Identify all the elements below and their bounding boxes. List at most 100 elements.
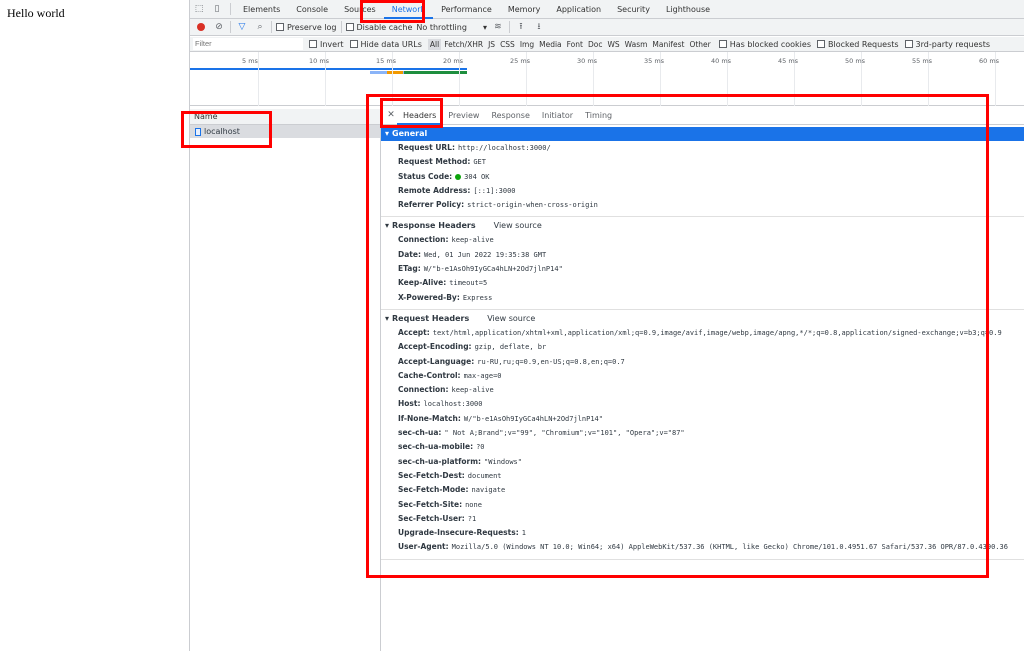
has-blocked-cookies-checkbox[interactable]: Has blocked cookies [718,40,811,49]
timeline-overview[interactable]: 5 ms 10 ms 15 ms 20 ms 25 ms 30 ms 35 ms 40 ms 4… [190,52,1024,106]
clear-icon[interactable]: ⊘ [212,20,226,34]
header-name: Request Method: [398,157,471,167]
header-value[interactable]: ?0 [476,443,484,451]
header-value[interactable]: document [468,472,502,480]
disable-cache-checkbox[interactable]: Disable cache [345,23,412,32]
header-value[interactable]: " Not A;Brand";v="99", "Chromium";v="101… [444,429,684,437]
device-toolbar-icon[interactable]: ▯ [208,0,226,18]
general-section-header[interactable]: ▾ General [381,127,1024,141]
header-name: Sec-Fetch-User: [398,513,465,523]
type-filter-doc[interactable]: Doc [586,39,605,50]
tab-lighthouse[interactable]: Lighthouse [658,0,718,19]
third-party-checkbox[interactable]: 3rd-party requests [904,40,990,49]
tab-memory[interactable]: Memory [500,0,549,19]
header-value[interactable]: none [465,501,482,509]
tab-response[interactable]: Response [485,106,535,125]
header-name: Sec-Fetch-Site: [398,499,463,509]
hide-data-urls-checkbox[interactable]: Hide data URLs [349,40,422,49]
request-headers-header[interactable]: ▾ Request Headers View source [381,312,1024,326]
invert-checkbox[interactable]: Invert [309,40,344,49]
header-row: Status Code: 304 OK [381,170,1024,184]
header-value[interactable]: W/"b-e1AsOh9IyGCa4hLN+2Od7jlnP14" [464,415,603,423]
header-value[interactable]: 1 [522,529,526,537]
type-filter-wasm[interactable]: Wasm [623,39,650,50]
devtools-panel: ⬚ ▯ Elements Console Sources Network Per… [189,0,1024,651]
tab-console[interactable]: Console [288,0,336,19]
request-row[interactable]: localhost [190,125,380,138]
header-value[interactable]: max-age=0 [464,372,502,380]
header-name: Accept: [398,327,430,337]
header-value[interactable]: http://localhost:3000/ [458,144,551,152]
record-icon[interactable] [194,20,208,34]
header-value[interactable]: text/html,application/xhtml+xml,applicat… [433,329,1002,337]
header-value[interactable]: navigate [472,486,506,494]
header-row: Accept-Language: ru-RU,ru;q=0.9,en-US;q=0… [381,355,1024,369]
header-name: Sec-Fetch-Mode: [398,485,469,495]
header-name: X-Powered-By: [398,292,460,302]
tab-application[interactable]: Application [548,0,609,19]
header-value[interactable]: Express [463,294,493,302]
timeline-tick-label: 15 ms [376,57,397,65]
triangle-down-icon: ▾ [385,313,390,323]
filter-icon[interactable]: ▽ [235,20,249,34]
name-column-header[interactable]: Name [190,109,380,125]
header-value[interactable]: Wed, 01 Jun 2022 19:35:38 GMT [424,251,546,259]
header-value[interactable]: 304 OK [464,173,489,181]
type-filter-img[interactable]: Img [518,39,536,50]
tab-initiator[interactable]: Initiator [536,106,579,125]
header-value[interactable]: W/"b-e1AsOh9IyGCa4hLN+2Od7jlnP14" [424,265,563,273]
response-headers-header[interactable]: ▾ Response Headers View source [381,219,1024,233]
tab-timing[interactable]: Timing [579,106,618,125]
network-conditions-icon[interactable]: ≋ [491,20,505,34]
tab-elements[interactable]: Elements [235,0,288,19]
type-filter-media[interactable]: Media [537,39,564,50]
header-name: sec-ch-ua-mobile: [398,442,474,452]
type-filter-js[interactable]: JS [486,39,497,50]
header-value[interactable]: timeout=5 [449,279,487,287]
filter-input[interactable] [193,38,303,50]
tab-preview[interactable]: Preview [442,106,485,125]
tab-headers[interactable]: Headers [397,106,443,125]
export-har-icon[interactable]: ⭳ [532,20,546,34]
inspect-element-icon[interactable]: ⬚ [190,0,208,18]
header-row: Sec-Fetch-Dest: document [381,469,1024,483]
header-value[interactable]: ?1 [468,515,476,523]
page-content-text: Hello world [7,6,65,20]
header-value[interactable]: ru-RU,ru;q=0.9,en-US;q=0.8,en;q=0.7 [477,358,625,366]
header-name: Remote Address: [398,185,471,195]
header-value[interactable]: Mozilla/5.0 (Windows NT 10.0; Win64; x64… [452,543,1008,551]
tab-performance[interactable]: Performance [433,0,500,19]
header-value[interactable]: gzip, deflate, br [475,343,547,351]
header-name: Connection: [398,235,449,245]
view-source-link[interactable]: View source [487,312,535,326]
header-value[interactable]: "Windows" [484,458,522,466]
type-filter-manifest[interactable]: Manifest [650,39,686,50]
type-filter-other[interactable]: Other [687,39,712,50]
throttling-select[interactable]: No throttling ▾ [416,23,487,32]
header-value[interactable]: strict-origin-when-cross-origin [467,201,598,209]
header-row: Sec-Fetch-User: ?1 [381,512,1024,526]
import-har-icon[interactable]: ⭱ [514,20,528,34]
header-value[interactable]: GET [473,158,486,166]
type-filter-fetch-xhr[interactable]: Fetch/XHR [442,39,485,50]
search-icon[interactable]: ⌕ [253,20,267,34]
header-row: Date: Wed, 01 Jun 2022 19:35:38 GMT [381,248,1024,262]
tab-sources[interactable]: Sources [336,0,384,19]
view-source-link[interactable]: View source [494,219,542,233]
header-value[interactable]: keep-alive [452,236,494,244]
tab-security[interactable]: Security [609,0,658,19]
type-filter-font[interactable]: Font [565,39,585,50]
divider [340,21,342,33]
close-icon[interactable]: ✕ [385,110,397,120]
type-filter-all[interactable]: All [427,38,442,50]
header-value[interactable]: localhost:3000 [423,400,482,408]
header-value[interactable]: keep-alive [452,386,494,394]
divider [271,21,272,33]
header-value[interactable]: [::1]:3000 [473,187,515,195]
preserve-log-checkbox[interactable]: Preserve log [276,23,337,32]
type-filter-css[interactable]: CSS [498,39,517,50]
tab-network[interactable]: Network [383,0,434,19]
blocked-requests-checkbox[interactable]: Blocked Requests [816,40,899,49]
header-name: Sec-Fetch-Dest: [398,470,465,480]
type-filter-ws[interactable]: WS [605,39,621,50]
